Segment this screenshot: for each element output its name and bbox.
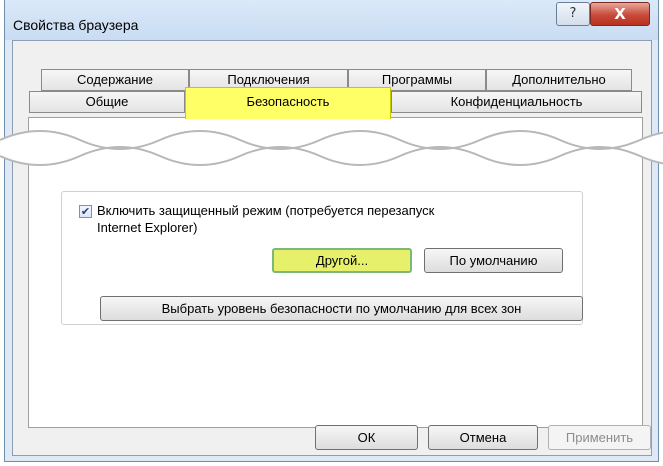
tab-content[interactable]: Содержание bbox=[41, 69, 189, 91]
close-icon[interactable]: X bbox=[590, 2, 650, 26]
reset-all-zones-button[interactable]: Выбрать уровень безопасности по умолчани… bbox=[100, 296, 583, 321]
dialog-client-area: Содержание Подключения Программы Дополни… bbox=[12, 40, 652, 456]
custom-level-button[interactable]: Другой... bbox=[272, 248, 412, 273]
browser-properties-window: Свойства браузера ? X Содержание Подключ… bbox=[4, 0, 659, 462]
tab-general[interactable]: Общие bbox=[29, 91, 185, 113]
tab-privacy[interactable]: Конфиденциальность bbox=[391, 91, 642, 113]
protected-mode-checkbox[interactable]: ✔ bbox=[79, 205, 92, 218]
torn-edge-separator bbox=[0, 130, 663, 166]
ok-button[interactable]: ОК bbox=[315, 425, 418, 450]
cancel-button[interactable]: Отмена bbox=[428, 425, 538, 450]
apply-button[interactable]: Применить bbox=[548, 425, 651, 450]
protected-mode-label-line1: Включить защищенный режим (потребуется п… bbox=[97, 203, 435, 218]
protected-mode-label-line2: Internet Explorer) bbox=[97, 220, 198, 235]
title-bar: Свойства браузера ? X bbox=[5, 0, 658, 40]
default-level-button[interactable]: По умолчанию bbox=[424, 248, 563, 273]
help-icon[interactable]: ? bbox=[556, 2, 590, 26]
tab-advanced[interactable]: Дополнительно bbox=[486, 69, 632, 91]
window-title: Свойства браузера bbox=[13, 17, 139, 33]
